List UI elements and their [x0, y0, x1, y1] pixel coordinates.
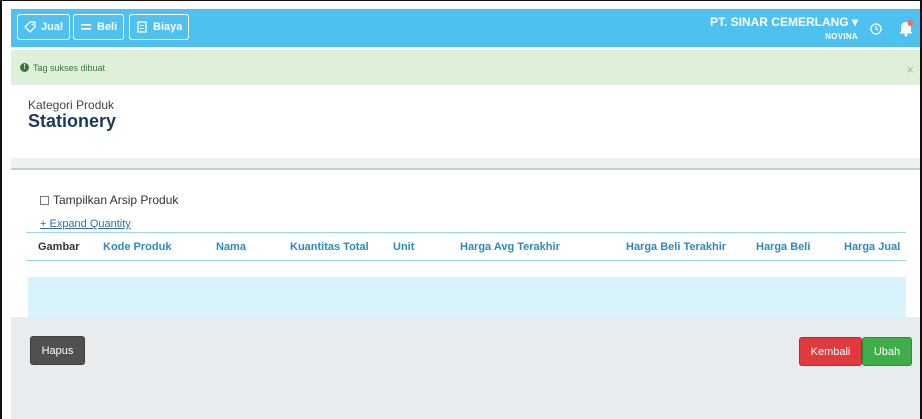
- table-header: Gambar Kode Produk Nama Kuantitas Total …: [26, 232, 906, 261]
- category-label: Kategori Produk: [28, 98, 115, 112]
- jual-button[interactable]: Jual: [17, 14, 71, 40]
- beli-label: Beli: [97, 21, 118, 33]
- column-header: Gambar: [38, 241, 80, 253]
- tag-icon: [24, 21, 36, 33]
- biaya-label: Biaya: [153, 21, 183, 33]
- company-menu[interactable]: PT. SINAR CEMERLANG ▾ NOVINA: [710, 15, 858, 41]
- page-title: Stationery: [28, 111, 117, 131]
- column-header[interactable]: Kuantitas Total: [290, 241, 369, 253]
- column-header[interactable]: Harga Beli: [756, 241, 810, 253]
- app-frame: Jual Beli Biaya PT. SINAR CEMERLANG ▾ NO…: [0, 0, 922, 419]
- alert-message: Tag sukses dibuat: [33, 62, 106, 73]
- close-icon[interactable]: ×: [906, 62, 914, 77]
- user-name: NOVINA: [825, 32, 858, 41]
- document-icon: [137, 21, 147, 33]
- biaya-button[interactable]: Biaya: [129, 14, 190, 40]
- beli-button[interactable]: Beli: [73, 14, 125, 40]
- footer-bar: Hapus Kembali Ubah: [11, 317, 920, 419]
- success-alert: ! Tag sukses dibuat ×: [11, 50, 920, 85]
- page-header: Kategori Produk Stationery: [11, 86, 920, 158]
- top-navbar: Jual Beli Biaya PT. SINAR CEMERLANG ▾ NO…: [11, 9, 920, 47]
- company-name: PT. SINAR CEMERLANG ▾: [709, 15, 858, 29]
- edit-button[interactable]: Ubah: [862, 337, 912, 366]
- column-header[interactable]: Harga Jual: [844, 241, 900, 253]
- product-panel: Tampilkan Arsip Produk + Expand Quantity…: [19, 172, 914, 317]
- column-header[interactable]: Harga Beli Terakhir: [626, 241, 726, 253]
- expand-quantity-link[interactable]: + Expand Quantity: [40, 218, 131, 230]
- archive-checkbox[interactable]: [40, 195, 49, 205]
- column-header[interactable]: Kode Produk: [103, 241, 171, 253]
- bell-icon[interactable]: [898, 19, 914, 37]
- column-header[interactable]: Unit: [393, 241, 414, 253]
- table-body: [28, 277, 906, 317]
- clock-icon[interactable]: [870, 23, 882, 35]
- divider-band: [11, 158, 920, 170]
- archive-toggle[interactable]: Tampilkan Arsip Produk: [40, 193, 178, 207]
- jual-label: Jual: [41, 21, 64, 33]
- back-button[interactable]: Kembali: [799, 337, 862, 366]
- archive-label: Tampilkan Arsip Produk: [53, 193, 179, 207]
- list-icon: [81, 24, 91, 30]
- info-icon: !: [20, 63, 29, 72]
- column-header[interactable]: Harga Avg Terakhir: [460, 241, 560, 253]
- delete-button[interactable]: Hapus: [30, 336, 85, 365]
- column-header[interactable]: Nama: [216, 241, 246, 253]
